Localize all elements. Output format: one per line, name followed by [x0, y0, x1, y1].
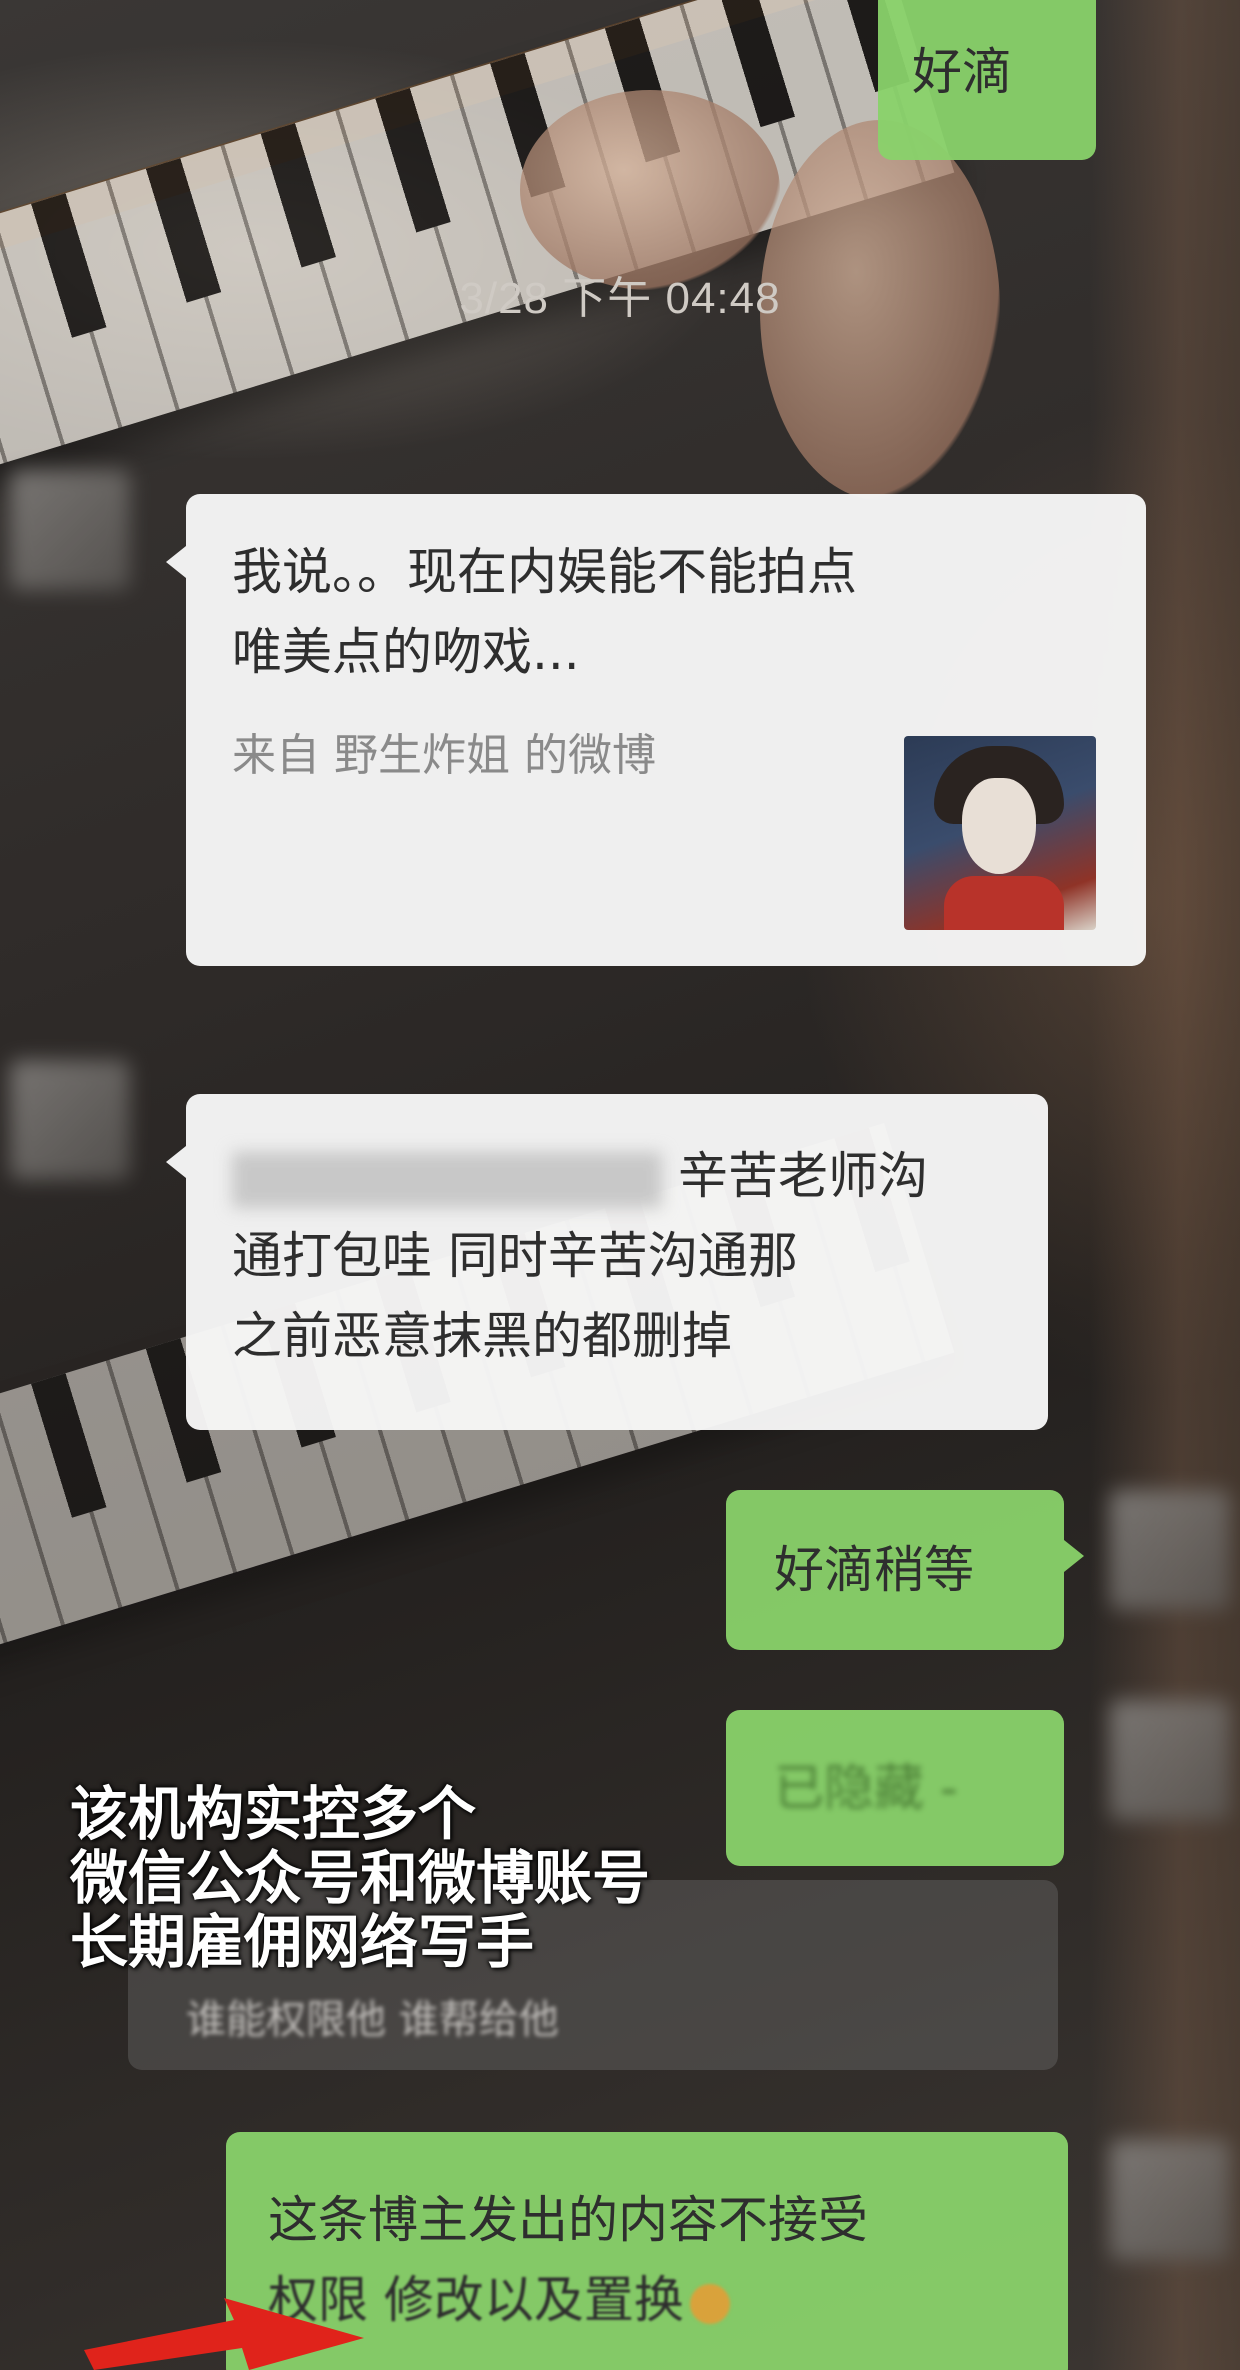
- message-timestamp: 3/28 下午 04:48: [459, 274, 781, 323]
- news-caption: 该机构实控多个 微信公众号和微博账号 长期雇佣网络写手: [70, 1782, 650, 1974]
- card-thumbnail-image: [904, 736, 1096, 930]
- message-text: 之前恶意抹黑的都删掉: [232, 1307, 732, 1365]
- message-bubble-sent[interactable]: 已隐藏 -: [726, 1710, 1064, 1866]
- message-text: 谁能权限他 谁帮给他: [186, 1997, 559, 2043]
- caption-line: 微信公众号和微博账号: [70, 1844, 651, 1912]
- redacted-mention: [232, 1151, 662, 1208]
- emoji-icon: [689, 2283, 730, 2324]
- self-avatar: [1110, 1700, 1230, 1820]
- message-text: 好滴: [912, 43, 1012, 101]
- message-text: 辛苦老师沟: [678, 1147, 928, 1205]
- background-figure: [1090, 0, 1240, 2370]
- message-text: 这条博主发出的内容不接受: [268, 2191, 868, 2249]
- self-avatar: [1110, 1490, 1230, 1610]
- card-source: 来自 野生炸姐 的微博: [232, 730, 656, 781]
- message-bubble-received[interactable]: 辛苦老师沟 通打包哇 同时辛苦沟通那 之前恶意抹黑的都删掉: [166, 1094, 1048, 1430]
- message-text: 已隐藏 -: [774, 1759, 958, 1817]
- caption-line: 该机构实控多个: [70, 1780, 477, 1848]
- message-text: 通打包哇 同时辛苦沟通那: [232, 1227, 798, 1285]
- self-avatar: [1110, 2140, 1230, 2260]
- chat-screenshot-photo: 3/28 下午 04:48 好滴 我说。。现在内娱能不能拍点 唯美点的吻戏...…: [0, 0, 1240, 2370]
- message-text: 好滴稍等: [774, 1541, 974, 1599]
- caption-line: 长期雇佣网络写手: [70, 1908, 535, 1976]
- card-text-line: 唯美点的吻戏...: [232, 623, 580, 681]
- message-bubble-sent[interactable]: 好滴稍等: [726, 1490, 1084, 1650]
- shared-weibo-card[interactable]: 我说。。现在内娱能不能拍点 唯美点的吻戏... 来自 野生炸姐 的微博: [166, 494, 1146, 966]
- contact-avatar: [10, 470, 130, 590]
- card-text-line: 我说。。现在内娱能不能拍点: [232, 543, 857, 601]
- hand: [520, 90, 780, 290]
- red-arrow-icon: [84, 2298, 364, 2370]
- message-bubble-sent[interactable]: 好滴: [878, 0, 1096, 160]
- contact-avatar: [10, 1060, 130, 1180]
